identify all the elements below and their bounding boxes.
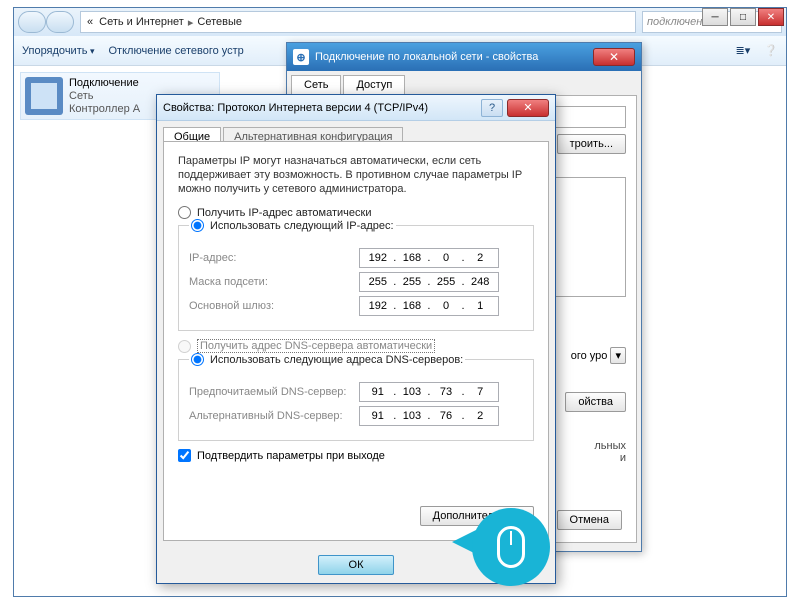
breadcrumb-prefix: «: [85, 16, 95, 28]
tab-network[interactable]: Сеть: [291, 75, 341, 94]
radio-obtain-dns-auto: Получить адрес DNS-сервера автоматически: [178, 339, 534, 353]
default-gateway-input[interactable]: 192.168.0.1: [359, 296, 499, 316]
radio-obtain-ip-auto-label: Получить IP-адрес автоматически: [197, 207, 371, 219]
connection-controller: Контроллер A: [69, 103, 140, 116]
dialog1-close-button[interactable]: ✕: [593, 48, 635, 66]
radio-use-ip[interactable]: Использовать следующий IP-адрес:: [189, 219, 396, 232]
radio-use-dns-input[interactable]: [191, 353, 204, 366]
address-bar[interactable]: « Сеть и Интернет ▸ Сетевые: [80, 11, 636, 33]
network-adapter-icon: [25, 77, 63, 115]
dialog2-titlebar[interactable]: Свойства: Протокол Интернета версии 4 (T…: [157, 95, 555, 121]
properties-button[interactable]: ойства: [565, 392, 626, 412]
radio-use-dns[interactable]: Использовать следующие адреса DNS-сервер…: [189, 353, 465, 366]
minimize-button[interactable]: ─: [702, 8, 728, 26]
connection-title: Подключение: [69, 77, 140, 90]
maximize-button[interactable]: □: [730, 8, 756, 26]
validate-on-exit-checkbox[interactable]: Подтвердить параметры при выходе: [178, 449, 534, 462]
label-preferred-dns: Предпочитаемый DNS-сервер:: [189, 386, 359, 398]
label-ip-address: IP-адрес:: [189, 252, 359, 264]
preferred-dns-input[interactable]: 91.103.73.7: [359, 382, 499, 402]
radio-obtain-dns-auto-input: [178, 340, 191, 353]
nav-forward-button[interactable]: [46, 11, 74, 33]
manual-ip-fieldset: Использовать следующий IP-адрес: IP-адре…: [178, 219, 534, 331]
subnet-mask-input[interactable]: 255.255.255.248: [359, 272, 499, 292]
level-dropdown[interactable]: ▾: [610, 347, 626, 364]
label-subnet-mask: Маска подсети:: [189, 276, 359, 288]
titlebar: « Сеть и Интернет ▸ Сетевые подключения: [14, 8, 786, 36]
toolbar-view-icon[interactable]: ≣▾: [736, 44, 751, 57]
toolbar-disable-device[interactable]: Отключение сетевого устр: [109, 45, 244, 57]
label-alternate-dns: Альтернативный DNS-сервер:: [189, 410, 359, 422]
breadcrumb-2[interactable]: Сетевые: [195, 16, 244, 28]
alternate-dns-input[interactable]: 91.103.76.2: [359, 406, 499, 426]
manual-dns-fieldset: Использовать следующие адреса DNS-сервер…: [178, 353, 534, 441]
validate-on-exit-input[interactable]: [178, 449, 191, 462]
dialog2-title: Свойства: Протокол Интернета версии 4 (T…: [163, 102, 428, 114]
radio-obtain-ip-auto[interactable]: Получить IP-адрес автоматически: [178, 206, 534, 219]
connection-network: Сеть: [69, 90, 140, 103]
toolbar-organize[interactable]: Упорядочить: [22, 45, 95, 57]
help-button[interactable]: ?: [481, 99, 503, 117]
dialog1-icon: ⊕: [293, 49, 309, 65]
ok-button[interactable]: ОК: [318, 555, 395, 575]
dialog2-panel: Параметры IP могут назначаться автоматич…: [163, 141, 549, 541]
dialog2-close-button[interactable]: ✕: [507, 99, 549, 117]
breadcrumb-sep: ▸: [188, 16, 194, 29]
radio-obtain-dns-auto-label: Получить адрес DNS-сервера автоматически: [197, 339, 435, 353]
mouse-icon: [497, 526, 525, 568]
close-button[interactable]: ✕: [758, 8, 784, 26]
dialog1-title: Подключение по локальной сети - свойства: [315, 51, 538, 63]
nav-back-button[interactable]: [18, 11, 46, 33]
description-text: Параметры IP могут назначаться автоматич…: [178, 154, 534, 196]
radio-obtain-ip-auto-input[interactable]: [178, 206, 191, 219]
radio-use-ip-input[interactable]: [191, 219, 204, 232]
toolbar-help-icon[interactable]: ❔: [764, 44, 778, 57]
radio-use-dns-label: Использовать следующие адреса DNS-сервер…: [210, 354, 463, 366]
mouse-callout: [472, 508, 550, 586]
dialog1-titlebar[interactable]: ⊕ Подключение по локальной сети - свойст…: [287, 43, 641, 71]
breadcrumb-1[interactable]: Сеть и Интернет: [97, 16, 186, 28]
radio-use-ip-label: Использовать следующий IP-адрес:: [210, 220, 394, 232]
ip-address-input[interactable]: 192.168.0.2: [359, 248, 499, 268]
tab-access[interactable]: Доступ: [343, 75, 405, 94]
label-default-gateway: Основной шлюз:: [189, 300, 359, 312]
cancel-button[interactable]: Отмена: [557, 510, 622, 530]
dropdown-partial: ого уро: [571, 350, 608, 362]
configure-button[interactable]: троить...: [557, 134, 626, 154]
validate-on-exit-label: Подтвердить параметры при выходе: [197, 450, 385, 462]
